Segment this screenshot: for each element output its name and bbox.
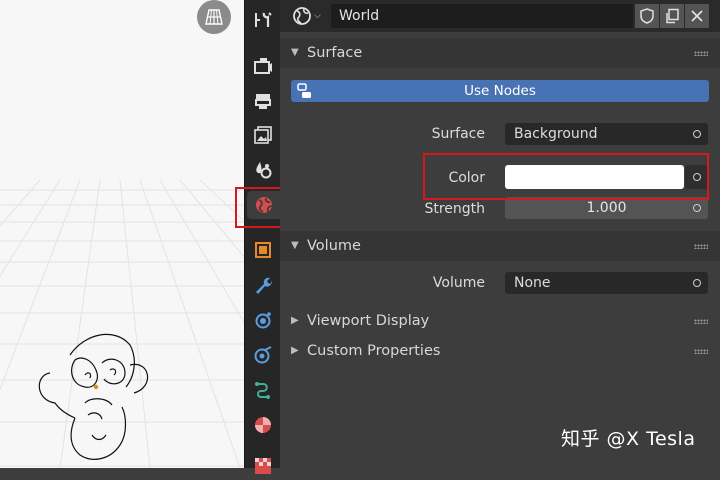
material-icon <box>255 417 271 433</box>
use-nodes-label: Use Nodes <box>464 83 536 99</box>
viewport-display-title: Viewport Display <box>307 313 430 329</box>
world-icon <box>293 7 311 25</box>
strength-label: Strength <box>424 201 485 217</box>
tool-icon <box>255 12 272 27</box>
world-datablock-header: ⌵ World <box>280 0 720 32</box>
3d-viewport[interactable] <box>0 0 244 468</box>
chevron-down-icon: ⌵ <box>314 11 321 21</box>
custom-properties-panel-header[interactable]: ▶ Custom Properties <box>280 336 720 366</box>
tab-physics[interactable] <box>249 341 277 369</box>
unlink-button[interactable] <box>685 4 709 28</box>
socket-link-icon[interactable] <box>693 130 701 138</box>
volume-shader-dropdown[interactable]: None <box>505 272 708 294</box>
volume-panel-header[interactable]: ▼ Volume <box>280 231 720 261</box>
object-icon <box>255 242 271 258</box>
viewport-perspective-toggle[interactable] <box>197 0 231 34</box>
fake-user-button[interactable] <box>635 4 659 28</box>
color-row-highlight-box <box>423 153 709 200</box>
viewport-display-panel-header[interactable]: ▶ Viewport Display <box>280 306 720 336</box>
tab-view-layer[interactable] <box>249 121 277 149</box>
expand-arrow-icon: ▼ <box>291 240 299 251</box>
volume-label: Volume <box>432 275 485 291</box>
wrench-icon <box>256 277 272 294</box>
properties-editor: ⌵ World ▼ Surface Use Nodes Surface Back… <box>280 0 720 468</box>
render-icon <box>254 58 272 74</box>
texture-icon <box>255 458 271 474</box>
properties-tab-bar <box>244 0 281 474</box>
drag-handle-icon[interactable] <box>694 319 708 324</box>
socket-link-icon[interactable] <box>693 279 701 287</box>
volume-panel-title: Volume <box>307 238 361 254</box>
tab-particles[interactable] <box>249 306 277 334</box>
tab-scene[interactable] <box>249 156 277 184</box>
output-icon <box>255 94 271 109</box>
tab-material[interactable] <box>249 411 277 439</box>
drag-handle-icon[interactable] <box>694 349 708 354</box>
shield-icon <box>640 8 654 24</box>
constraint-icon <box>255 382 270 399</box>
tab-texture[interactable] <box>249 452 277 480</box>
collapse-arrow-icon: ▶ <box>291 345 299 356</box>
watermark: 知乎 @X Tesla <box>561 428 696 450</box>
grid-icon <box>205 9 223 25</box>
duplicate-button[interactable] <box>660 4 684 28</box>
surface-panel-header[interactable]: ▼ Surface <box>280 38 720 68</box>
collapse-arrow-icon: ▶ <box>291 315 299 326</box>
drag-handle-icon[interactable] <box>694 244 708 249</box>
strength-value-field[interactable]: 1.000 <box>505 197 708 219</box>
scene-icon <box>256 162 272 179</box>
surface-panel-title: Surface <box>307 45 363 61</box>
physics-icon <box>254 346 272 364</box>
node-tree-icon <box>297 83 311 98</box>
world-name-field[interactable]: World <box>331 4 633 28</box>
particles-icon <box>255 312 271 329</box>
use-nodes-button[interactable]: Use Nodes <box>291 80 709 102</box>
tab-object-constraints[interactable] <box>249 376 277 404</box>
duplicate-icon <box>666 8 679 24</box>
surface-label: Surface <box>431 126 485 142</box>
custom-properties-title: Custom Properties <box>307 343 441 359</box>
expand-arrow-icon: ▼ <box>291 47 299 58</box>
world-browse-button[interactable]: ⌵ <box>292 5 330 27</box>
tab-object[interactable] <box>249 236 277 264</box>
tab-render[interactable] <box>249 52 277 80</box>
tab-output[interactable] <box>249 87 277 115</box>
drag-handle-icon[interactable] <box>694 51 708 56</box>
suzanne-monkey-object[interactable] <box>30 315 170 465</box>
socket-link-icon[interactable] <box>693 204 701 212</box>
view-layer-icon <box>254 126 272 144</box>
tab-tool[interactable] <box>249 6 277 34</box>
close-icon <box>691 10 703 22</box>
surface-shader-dropdown[interactable]: Background <box>505 123 708 145</box>
tab-modifiers[interactable] <box>249 271 277 299</box>
